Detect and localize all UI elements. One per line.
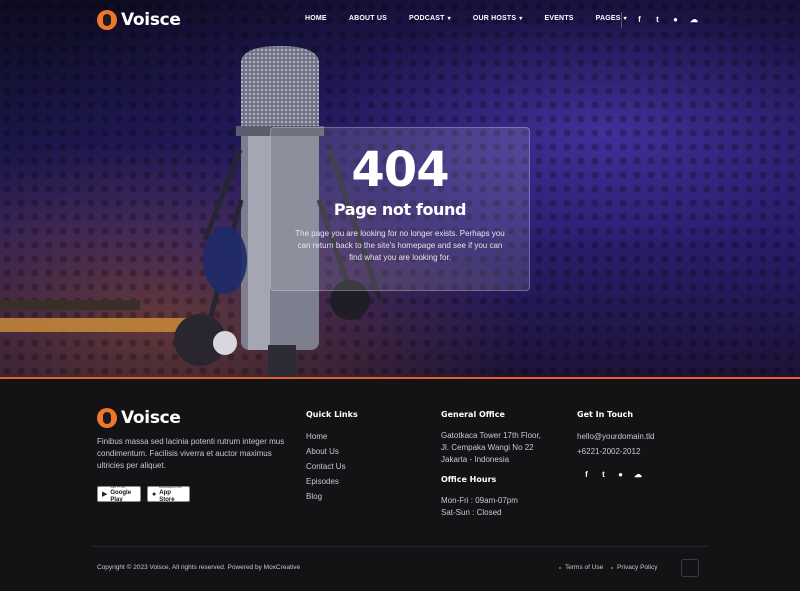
badge-label: Google Play bbox=[110, 489, 132, 503]
twitter-icon[interactable]: t bbox=[600, 470, 607, 479]
nav-label: OUR HOSTS bbox=[472, 15, 517, 22]
copyright-text: Copyright © 2023 Voisce, All rights rese… bbox=[97, 564, 301, 571]
terms-of-use-link[interactable]: Terms of Use bbox=[559, 564, 603, 571]
contact-email[interactable]: hello@yourdomain.tld bbox=[577, 432, 655, 441]
nav-social-links: f t ● ☁ bbox=[636, 15, 698, 24]
office-hours-line: Sat-Sun : Closed bbox=[441, 508, 502, 517]
contact-phone[interactable]: +6221-2002-2012 bbox=[577, 447, 640, 456]
nav-label: PAGES bbox=[595, 15, 621, 22]
nav-label: ABOUT US bbox=[348, 15, 387, 22]
nav-label: HOME bbox=[305, 15, 327, 22]
quick-links-title: Quick Links bbox=[306, 410, 358, 419]
footer-social-links: f t ● ☁ bbox=[583, 470, 642, 479]
general-office-title: General Office bbox=[441, 410, 505, 419]
office-address-line: Gatotkaca Tower 17th Floor, bbox=[441, 431, 541, 440]
get-in-touch-title: Get In Touch bbox=[577, 410, 634, 419]
office-hours-line: Mon-Fri : 09am-07pm bbox=[441, 496, 518, 505]
footer-about-text: Finibus massa sed lacinia potenti rutrum… bbox=[97, 437, 285, 470]
legal-link-label: Terms of Use bbox=[565, 564, 604, 571]
headphone-logo-icon bbox=[97, 10, 117, 30]
office-address-line: Jl. Cempaka Wangi No 22 bbox=[441, 443, 534, 452]
nav-item-about-us[interactable]: ABOUT US bbox=[349, 15, 387, 22]
bullet-icon bbox=[611, 566, 613, 569]
nav-item-podcast[interactable]: PODCAST ▾ bbox=[409, 15, 451, 22]
chevron-down-icon: ▾ bbox=[447, 16, 451, 22]
site-footer: Voisce Finibus massa sed lacinia potenti… bbox=[0, 379, 800, 591]
facebook-icon[interactable]: f bbox=[636, 15, 643, 24]
headphone-logo-icon bbox=[97, 408, 117, 428]
google-play-badge[interactable]: ▶ GET IT ON Google Play bbox=[97, 485, 141, 503]
app-store-badge[interactable]: ● Download on the App Store bbox=[147, 485, 190, 503]
twitter-icon[interactable]: t bbox=[654, 15, 661, 24]
legal-link-label: Privacy Policy bbox=[617, 564, 658, 571]
main-menu: HOME ABOUT US PODCAST ▾ OUR HOSTS ▾ EVENTS… bbox=[305, 15, 649, 22]
footer-link-episodes[interactable]: Episodes bbox=[306, 477, 339, 486]
footer-link-about-us[interactable]: About Us bbox=[306, 447, 339, 456]
nav-label: PODCAST bbox=[408, 15, 445, 22]
top-navigation: Voisce HOME ABOUT US PODCAST ▾ OUR HOSTS ▾… bbox=[0, 0, 800, 40]
back-to-top-button[interactable] bbox=[681, 559, 699, 577]
footer-divider bbox=[92, 546, 708, 547]
spotify-icon[interactable]: ● bbox=[672, 15, 679, 24]
soundcloud-icon[interactable]: ☁ bbox=[634, 470, 642, 479]
error-description: The page you are looking for no longer e… bbox=[295, 229, 505, 262]
nav-divider bbox=[621, 12, 622, 28]
footer-link-home[interactable]: Home bbox=[306, 432, 327, 441]
bullet-icon bbox=[559, 566, 561, 569]
nav-item-pages[interactable]: PAGES ▾ bbox=[596, 15, 627, 22]
apple-icon: ● bbox=[152, 490, 157, 498]
footer-link-contact-us[interactable]: Contact Us bbox=[306, 462, 346, 471]
chevron-down-icon: ▾ bbox=[519, 16, 523, 22]
google-play-icon: ▶ bbox=[102, 491, 108, 498]
facebook-icon[interactable]: f bbox=[583, 470, 590, 479]
nav-item-our-hosts[interactable]: OUR HOSTS ▾ bbox=[473, 15, 523, 22]
brand-name: Voisce bbox=[121, 408, 181, 428]
error-card: 404 Page not found The page you are look… bbox=[270, 127, 530, 291]
nav-item-events[interactable]: EVENTS bbox=[544, 15, 573, 22]
spotify-icon[interactable]: ● bbox=[617, 470, 624, 479]
footer-link-blog[interactable]: Blog bbox=[306, 492, 322, 501]
error-title: Page not found bbox=[333, 200, 467, 219]
brand-logo[interactable]: Voisce bbox=[97, 10, 181, 30]
privacy-policy-link[interactable]: Privacy Policy bbox=[611, 564, 657, 571]
nav-label: EVENTS bbox=[544, 15, 574, 22]
error-code: 404 bbox=[351, 142, 449, 198]
nav-item-home[interactable]: HOME bbox=[305, 15, 327, 22]
footer-brand-logo[interactable]: Voisce bbox=[97, 408, 181, 428]
badge-label: App Store bbox=[159, 489, 175, 503]
office-address-line: Jakarta - Indonesia bbox=[441, 455, 510, 464]
soundcloud-icon[interactable]: ☁ bbox=[690, 15, 698, 24]
office-hours-title: Office Hours bbox=[441, 475, 497, 484]
brand-name: Voisce bbox=[121, 10, 181, 30]
chevron-down-icon: ▾ bbox=[623, 16, 627, 22]
